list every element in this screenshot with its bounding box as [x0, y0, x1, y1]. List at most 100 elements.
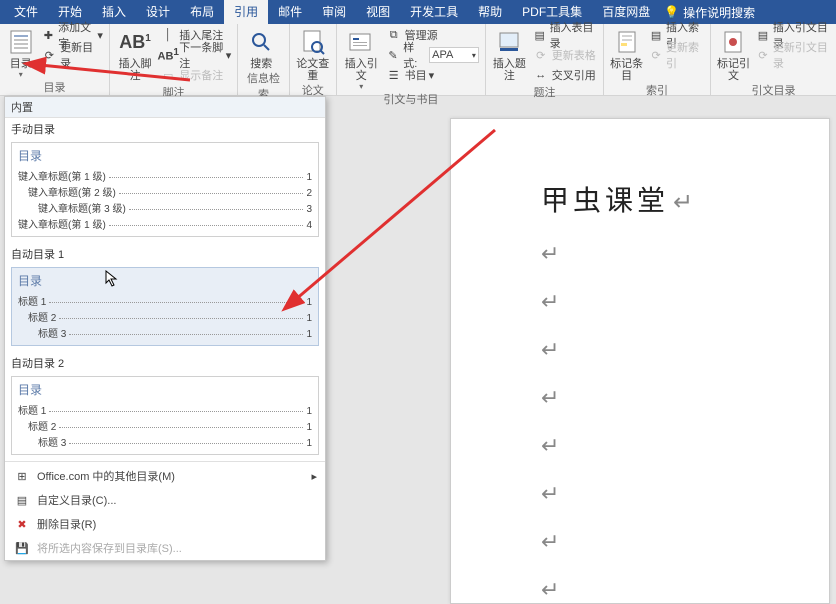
tab-dev[interactable]: 开发工具 — [400, 0, 468, 24]
caption-icon — [495, 28, 523, 56]
group-citation: 插入引文 ▾ ⧉管理源 ✎样式: APA▾ ☰书目▾ 引文与书目 — [337, 24, 486, 95]
group-label-toc: 目录 — [6, 79, 103, 97]
update-icon: ⟳ — [42, 47, 58, 63]
style-icon: ✎ — [386, 47, 401, 63]
biblio-icon: ☰ — [386, 67, 402, 83]
update-toa-button[interactable]: ⟳更新引文目录 — [756, 46, 830, 64]
tof-icon: ▤ — [533, 27, 547, 43]
tab-view[interactable]: 视图 — [356, 0, 400, 24]
dropdown-header-builtin: 内置 — [5, 97, 325, 118]
paragraph-mark: ↵ — [541, 289, 799, 315]
tab-baidu[interactable]: 百度网盘 — [592, 0, 660, 24]
group-footnote: AB1 插入脚注 │插入尾注 AB1下一条脚注▾ ▭显示备注 脚注 — [110, 24, 238, 95]
section-manual-toc: 手动目录 — [5, 118, 325, 140]
section-auto1: 自动目录 1 — [5, 243, 325, 265]
manage-sources-button[interactable]: ⧉管理源 — [386, 26, 479, 44]
update-index-button[interactable]: ⟳更新索引 — [649, 46, 704, 64]
paragraph-mark: ↵ — [541, 241, 799, 267]
paper-check-icon — [299, 28, 327, 56]
tab-file[interactable]: 文件 — [4, 0, 48, 24]
group-authority: 标记引文 ▤插入引文目录 ⟳更新引文目录 引文目录 — [711, 24, 836, 95]
paragraph-mark: ↵ — [541, 481, 799, 507]
footnote-icon: AB1 — [121, 28, 149, 56]
paragraph-mark: ↵ — [541, 337, 799, 363]
title-tab-bar: 文件 开始 插入 设计 布局 引用 邮件 审阅 视图 开发工具 帮助 PDF工具… — [0, 0, 836, 24]
group-label-citation: 引文与书目 — [343, 91, 479, 109]
update-toa-icon: ⟳ — [756, 47, 770, 63]
ribbon: 目录 ▾ ✚添加文字▾ ⟳更新目录 目录 AB1 插入脚注 │插入尾注 AB1下… — [0, 24, 836, 96]
tell-me-placeholder: 操作说明搜索 — [683, 4, 755, 21]
toc-template-auto2[interactable]: 目录 标题 11 标题 21 标题 31 — [11, 376, 319, 455]
citation-icon — [347, 28, 375, 56]
save-to-gallery-button: 💾 将所选内容保存到目录库(S)... — [5, 536, 325, 560]
insert-caption-button[interactable]: 插入题注 — [492, 26, 527, 82]
group-index: 标记条目 ▤插入索引 ⟳更新索引 索引 — [604, 24, 711, 95]
toc-dropdown: 内置 手动目录 目录 键入章标题(第 1 级)1 键入章标题(第 2 级)2 键… — [4, 96, 326, 561]
paragraph-mark: ↵ — [541, 529, 799, 555]
next-footnote-icon: AB1 — [160, 47, 176, 63]
office-icon: ⊞ — [13, 468, 31, 484]
toc-template-auto1[interactable]: 目录 标题 11 标题 21 标题 31 — [11, 267, 319, 346]
endnote-icon: │ — [160, 27, 176, 43]
tab-references[interactable]: 引用 — [224, 0, 268, 24]
document-page[interactable]: 甲虫课堂↵ ↵ ↵ ↵ ↵ ↵ ↵ ↵ ↵ — [450, 118, 830, 604]
toa-icon: ▤ — [756, 27, 770, 43]
bibliography-button[interactable]: ☰书目▾ — [386, 66, 479, 84]
group-label-index: 索引 — [610, 82, 704, 100]
card-title: 目录 — [18, 147, 312, 164]
update-toc-button[interactable]: ⟳更新目录 — [42, 46, 103, 64]
paragraph-mark: ↵ — [541, 385, 799, 411]
insert-index-icon: ▤ — [649, 27, 663, 43]
custom-toc-button[interactable]: ▤ 自定义目录(C)... — [5, 488, 325, 512]
paragraph-mark: ↵ — [541, 433, 799, 459]
tab-help[interactable]: 帮助 — [468, 0, 512, 24]
mark-entry-button[interactable]: 标记条目 — [610, 26, 643, 82]
group-lookup: 论文查重 论文 — [290, 24, 337, 95]
toc-template-manual[interactable]: 目录 键入章标题(第 1 级)1 键入章标题(第 2 级)2 键入章标题(第 3… — [11, 142, 319, 237]
paper-check-button[interactable]: 论文查重 — [296, 26, 330, 82]
crossref-icon: ↔ — [533, 67, 549, 83]
toc-icon — [7, 28, 35, 56]
search-icon — [247, 28, 275, 56]
group-caption: 插入题注 ▤插入表目录 ⟳更新表格 ↔交叉引用 题注 — [486, 24, 604, 95]
insert-tof-button[interactable]: ▤插入表目录 — [533, 26, 597, 44]
card-title: 目录 — [18, 381, 312, 398]
update-table-button[interactable]: ⟳更新表格 — [533, 46, 597, 64]
doc-title: 甲虫课堂↵ — [541, 179, 799, 219]
style-select[interactable]: ✎样式: APA▾ — [386, 46, 479, 64]
group-search: 搜索 信息检索 — [238, 24, 290, 95]
tab-mail[interactable]: 邮件 — [268, 0, 312, 24]
show-notes-icon: ▭ — [160, 67, 176, 83]
pilcrow-icon: ↵ — [673, 189, 697, 216]
smart-lookup-button[interactable]: 搜索 — [244, 26, 278, 70]
next-footnote-button[interactable]: AB1下一条脚注▾ — [160, 46, 231, 64]
caret-down-icon: ▾ — [359, 82, 363, 91]
tab-design[interactable]: 设计 — [136, 0, 180, 24]
custom-toc-icon: ▤ — [13, 492, 31, 508]
insert-footnote-button[interactable]: AB1 插入脚注 — [116, 26, 154, 82]
tab-review[interactable]: 审阅 — [312, 0, 356, 24]
group-label-authority: 引文目录 — [717, 82, 830, 100]
group-toc: 目录 ▾ ✚添加文字▾ ⟳更新目录 目录 — [0, 24, 110, 95]
cross-reference-button[interactable]: ↔交叉引用 — [533, 66, 597, 84]
more-from-office-button[interactable]: ⊞ Office.com 中的其他目录(M) ▸ — [5, 464, 325, 488]
mark-citation-button[interactable]: 标记引文 — [717, 26, 750, 82]
caret-down-icon: ▾ — [19, 70, 23, 79]
tab-layout[interactable]: 布局 — [180, 0, 224, 24]
tab-insert[interactable]: 插入 — [92, 0, 136, 24]
bulb-icon: 💡 — [664, 5, 679, 19]
paragraph-mark: ↵ — [541, 577, 799, 603]
mark-entry-icon — [613, 28, 641, 56]
insert-citation-button[interactable]: 插入引文 ▾ — [343, 26, 380, 91]
tell-me-search[interactable]: 💡 操作说明搜索 — [664, 4, 755, 21]
remove-icon: ✖ — [13, 516, 31, 532]
mark-cite-icon — [719, 28, 747, 56]
remove-toc-button[interactable]: ✖ 删除目录(R) — [5, 512, 325, 536]
toc-button[interactable]: 目录 ▾ — [6, 26, 36, 79]
show-notes-button[interactable]: ▭显示备注 — [160, 66, 231, 84]
update-table-icon: ⟳ — [533, 47, 549, 63]
add-text-icon: ✚ — [42, 27, 56, 43]
section-auto2: 自动目录 2 — [5, 352, 325, 374]
chevron-right-icon: ▸ — [311, 470, 317, 483]
update-index-icon: ⟳ — [649, 47, 663, 63]
